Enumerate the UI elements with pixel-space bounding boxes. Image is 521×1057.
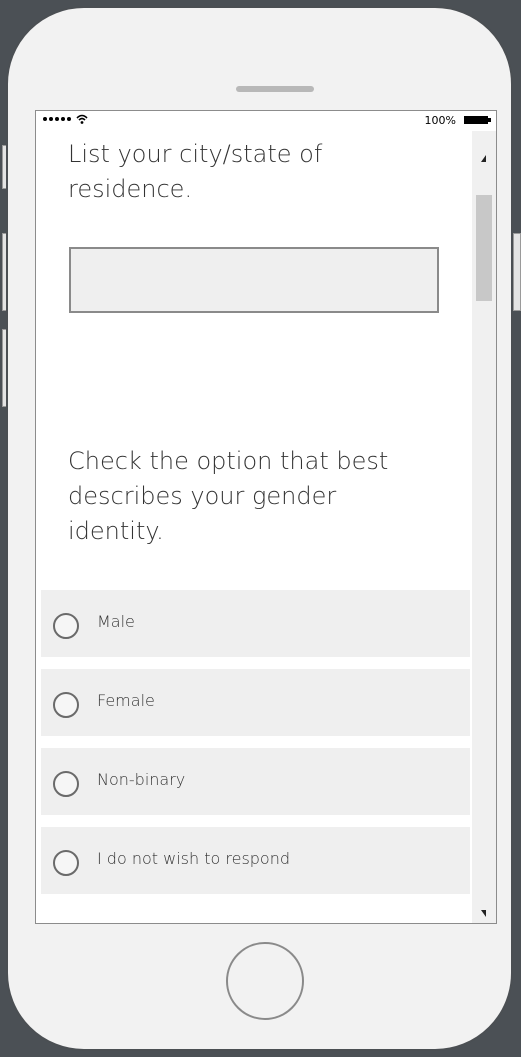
radio-button-icon[interactable] (53, 692, 79, 718)
option-label: Male (97, 612, 135, 631)
city-state-input[interactable] (69, 247, 439, 313)
radio-button-icon[interactable] (53, 613, 79, 639)
scroll-down-arrow-icon[interactable] (481, 910, 486, 917)
battery-tip (488, 118, 491, 122)
scroll-up-arrow-icon[interactable] (481, 155, 486, 162)
option-female[interactable]: Female (41, 669, 470, 736)
option-label: Non-binary (97, 770, 186, 789)
radio-button-icon[interactable] (53, 850, 79, 876)
speaker-grille (236, 86, 314, 92)
scrollbar-thumb[interactable] (476, 195, 492, 301)
home-button[interactable] (226, 942, 304, 1020)
question-city: List your city/state of residence. (68, 140, 323, 203)
option-non-binary[interactable]: Non-binary (41, 748, 470, 815)
question-gender: Check the option that best describes you… (68, 447, 389, 545)
option-male[interactable]: Male (41, 590, 470, 657)
phone-screen: 100% List your city/state of residence. … (35, 110, 497, 924)
radio-button-icon[interactable] (53, 771, 79, 797)
option-label: Female (97, 691, 155, 710)
survey-form: List your city/state of residence. Check… (36, 111, 472, 923)
option-label: I do not wish to respond (97, 849, 291, 868)
vertical-scrollbar[interactable] (472, 131, 496, 923)
power-button (513, 233, 521, 311)
option-no-response[interactable]: I do not wish to respond (41, 827, 470, 894)
